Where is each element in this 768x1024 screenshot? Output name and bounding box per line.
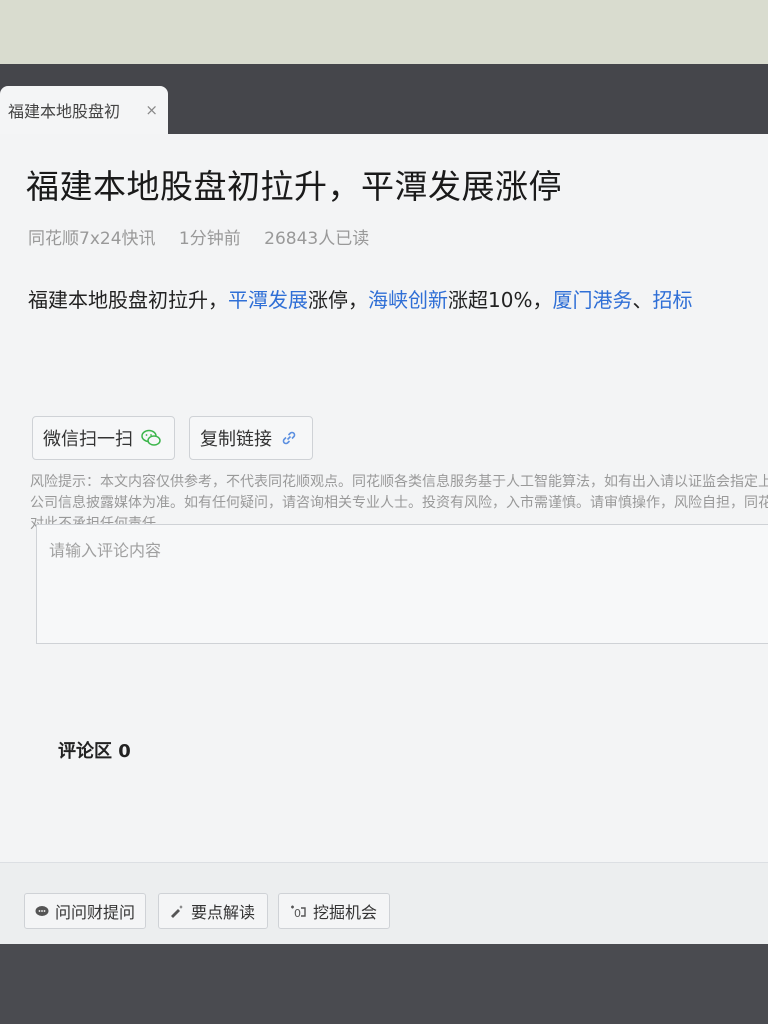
ask-wencai-label: 问问财提问 <box>55 903 136 922</box>
article-source: 同花顺7x24快讯 <box>28 229 156 249</box>
body-text-segment: 涨超10%， <box>448 288 553 312</box>
stock-link-zhaobiao[interactable]: 招标 <box>652 288 692 312</box>
browser-tab[interactable]: 福建本地股盘初 × <box>0 86 168 134</box>
monitor-bezel-bottom <box>0 944 768 1024</box>
pen-sparkle-icon <box>169 904 185 918</box>
stock-link-pingtan[interactable]: 平潭发展 <box>228 288 308 312</box>
dig-opportunity-button[interactable]: 0 挖掘机会 <box>278 893 390 929</box>
wechat-icon <box>141 429 161 447</box>
comment-input[interactable] <box>36 524 768 644</box>
footer-toolbar: 问问财提问 要点解读 0 挖掘机会 <box>0 862 768 944</box>
close-icon[interactable]: × <box>145 101 158 119</box>
article-read-count: 26843人已读 <box>264 229 370 249</box>
article-time: 1分钟前 <box>178 229 241 249</box>
chat-bubble-icon <box>35 905 49 917</box>
tab-title: 福建本地股盘初 <box>8 102 121 121</box>
comments-section-title: 评论区 0 <box>58 741 131 762</box>
dig-icon: 0 <box>289 904 307 918</box>
wechat-scan-button[interactable]: 微信扫一扫 <box>32 416 175 460</box>
monitor-bezel-top <box>0 0 768 64</box>
article-page: 福建本地股盘初拉升，平潭发展涨停 同花顺7x24快讯 1分钟前 26843人已读… <box>0 134 768 944</box>
wechat-scan-label: 微信扫一扫 <box>43 429 133 450</box>
stock-link-xiamen-port[interactable]: 厦门港务 <box>552 288 632 312</box>
stock-link-haixia[interactable]: 海峡创新 <box>368 288 448 312</box>
body-text-segment: 涨停， <box>308 288 368 312</box>
link-icon <box>280 429 298 447</box>
svg-text:0: 0 <box>294 907 301 918</box>
dig-opportunity-label: 挖掘机会 <box>313 903 378 922</box>
body-text-segment: 、 <box>632 288 653 312</box>
key-points-label: 要点解读 <box>191 903 256 922</box>
key-points-button[interactable]: 要点解读 <box>158 893 268 929</box>
copy-link-label: 复制链接 <box>200 429 272 450</box>
copy-link-button[interactable]: 复制链接 <box>189 416 313 460</box>
page-title: 福建本地股盘初拉升，平潭发展涨停 <box>26 167 562 206</box>
article-body: 福建本地股盘初拉升，平潭发展涨停，海峡创新涨超10%，厦门港务、招标 <box>28 284 692 313</box>
ask-wencai-button[interactable]: 问问财提问 <box>24 893 146 929</box>
body-text-segment: 福建本地股盘初拉升， <box>28 288 228 312</box>
article-meta: 同花顺7x24快讯 1分钟前 26843人已读 <box>28 224 387 249</box>
